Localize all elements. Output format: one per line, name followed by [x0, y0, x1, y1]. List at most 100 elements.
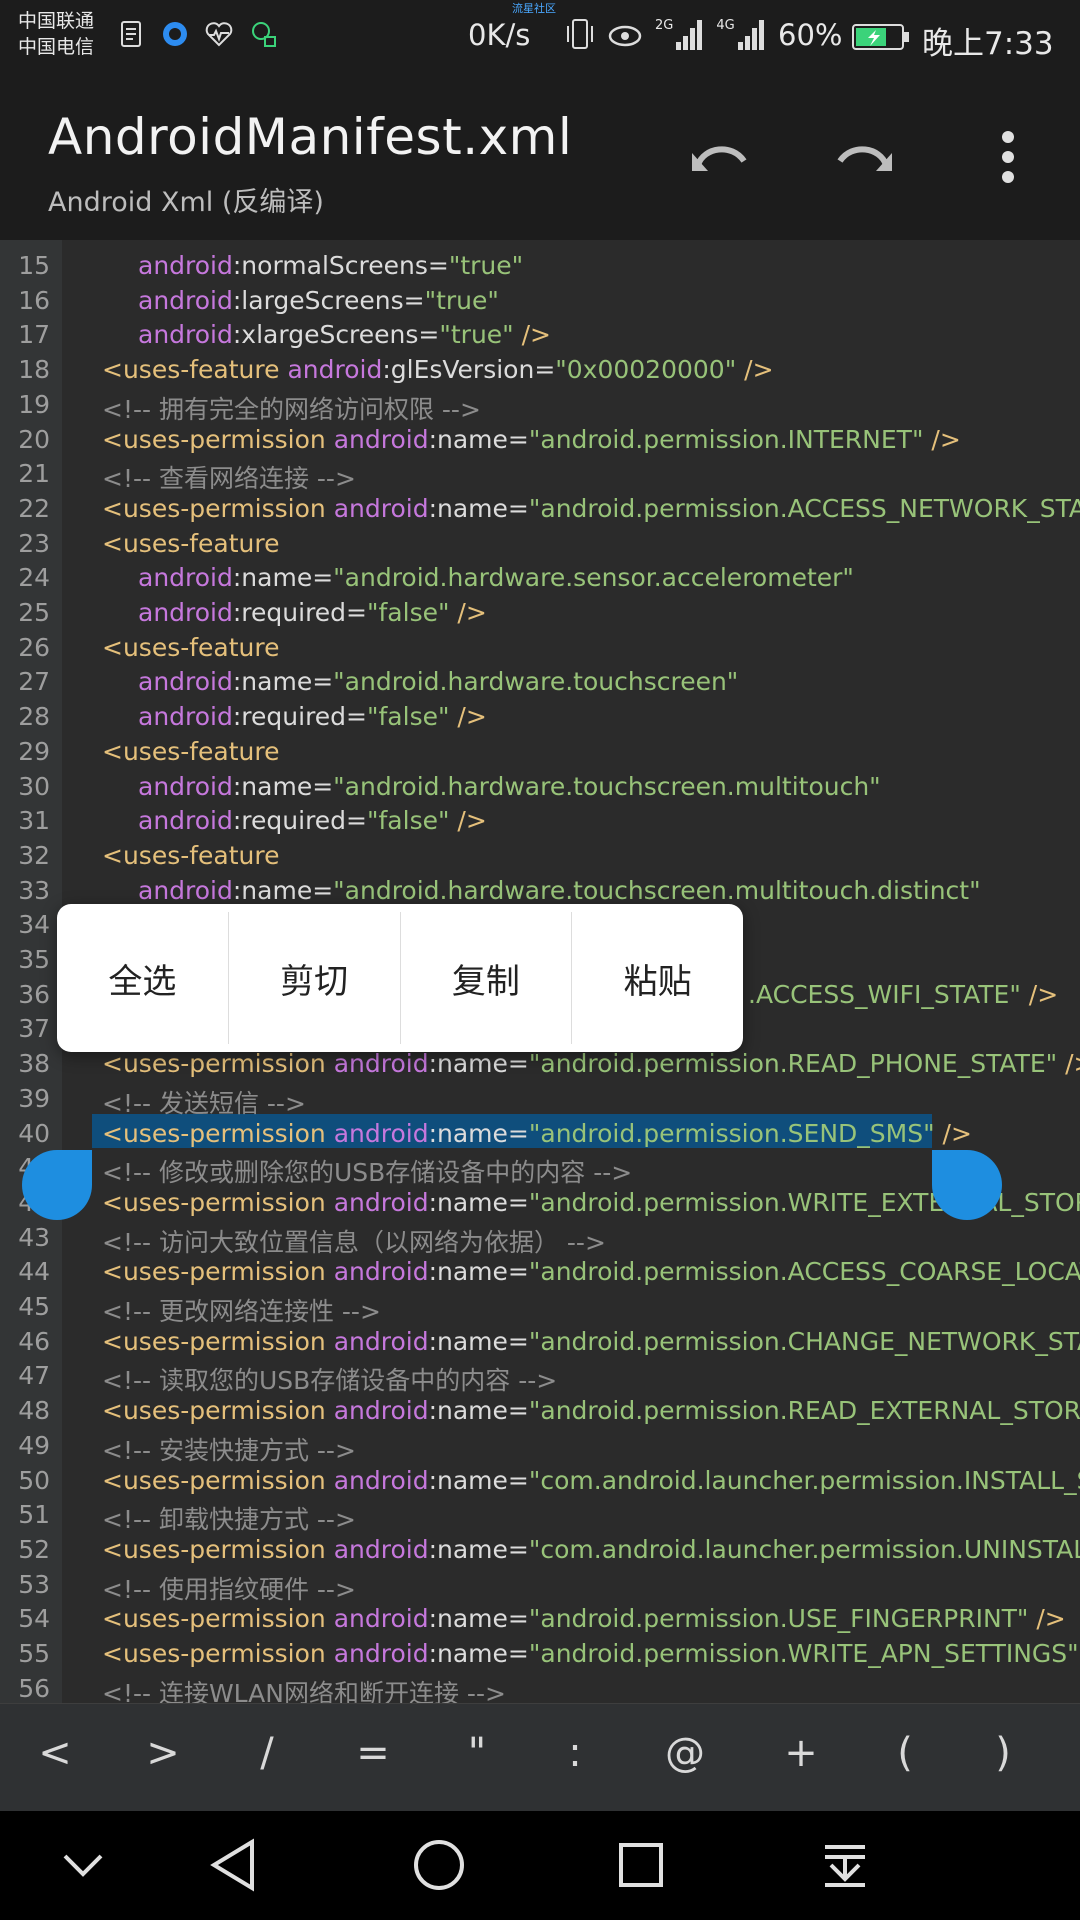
- code-token: :xlargeScreens=: [232, 320, 440, 350]
- network-speed: 0K/s: [468, 18, 531, 52]
- code-token: :name=: [428, 1257, 529, 1287]
- code-token: android: [333, 493, 429, 523]
- code-token: :name=: [232, 875, 334, 905]
- code-token: <uses-permission: [102, 1049, 334, 1079]
- code-line: 33 android:name="android.hardware.touchsc…: [0, 872, 1080, 907]
- redo-button[interactable]: [824, 122, 904, 192]
- line-number: 37: [18, 1014, 50, 1044]
- hide-keyboard-button[interactable]: [48, 1835, 118, 1895]
- more-options-button[interactable]: [968, 122, 1048, 192]
- notification-pull-button[interactable]: [810, 1835, 880, 1895]
- symbol-equals-key[interactable]: =: [338, 1730, 408, 1776]
- code-token: "android.permission.READ_PHONE_STATE": [528, 1049, 1058, 1079]
- code-token: :required=: [232, 702, 367, 732]
- recents-button[interactable]: [606, 1835, 676, 1895]
- code-line: 20 <uses-permission android:name="android…: [0, 421, 1080, 456]
- line-number: 28: [18, 702, 50, 732]
- code-token: />: [449, 702, 487, 732]
- code-text: android:required="false" />: [138, 806, 487, 835]
- line-number: 22: [18, 493, 50, 523]
- code-token: <uses-feature: [102, 355, 288, 385]
- undo-icon: [692, 146, 747, 171]
- symbol-close-paren-key[interactable]: ): [968, 1730, 1038, 1776]
- code-token: "android.permission.ACCESS_NETWORK_STAT: [528, 493, 1080, 523]
- code-token: <uses-permission: [102, 424, 334, 454]
- symbol-gt-key[interactable]: >: [128, 1730, 198, 1776]
- code-token: "true": [439, 320, 514, 350]
- code-token: />: [923, 424, 961, 454]
- code-line: 54 <uses-permission android:name="android…: [0, 1600, 1080, 1635]
- symbol-plus-key[interactable]: +: [766, 1730, 836, 1776]
- code-token: :name=: [428, 1465, 529, 1495]
- code-token: :name=: [232, 563, 334, 593]
- battery-percent: 60%: [778, 18, 843, 52]
- assistant-icon: [252, 22, 276, 47]
- line-number: 56: [18, 1673, 50, 1703]
- code-token: <!-- 发送短信 -->: [102, 1088, 306, 1118]
- code-token: <!-- 拥有完全的网络访问权限 -->: [102, 394, 481, 424]
- code-token: />: [513, 320, 552, 350]
- line-number: 53: [18, 1569, 50, 1599]
- code-token: <uses-feature: [102, 736, 280, 766]
- code-line: 25 android:required="false" />: [0, 594, 1080, 629]
- home-button[interactable]: [404, 1835, 474, 1895]
- code-token: :name=: [428, 493, 529, 523]
- symbol-quote-key[interactable]: ": [442, 1730, 512, 1776]
- code-line: 43 <!-- 访问大致位置信息（以网络为依据） -->: [0, 1219, 1080, 1257]
- file-title: AndroidManifest.xml: [48, 108, 573, 166]
- symbol-toolbar: < > / = " : @ + ( ): [0, 1703, 1080, 1812]
- code-line: 46 <uses-permission android:name="android…: [0, 1323, 1080, 1358]
- code-token: <uses-permission: [102, 1187, 334, 1217]
- symbol-slash-key[interactable]: /: [232, 1730, 302, 1776]
- back-button[interactable]: [198, 1835, 268, 1895]
- code-text: <uses-feature: [102, 737, 280, 766]
- code-line: 45 <!-- 更改网络连接性 -->: [0, 1288, 1080, 1326]
- code-text: .ACCESS_WIFI_STATE" />: [748, 980, 1058, 1009]
- code-token: "false": [367, 702, 450, 732]
- code-token: <!-- 卸载快捷方式 -->: [102, 1505, 356, 1535]
- signal-4g-icon: 4G: [716, 18, 765, 50]
- code-text: android:xlargeScreens="true" />: [138, 320, 551, 349]
- code-line: 31 android:required="false" />: [0, 802, 1080, 837]
- code-token: "com.android.launcher.permission.INSTALL…: [528, 1465, 1080, 1495]
- symbol-colon-key[interactable]: :: [540, 1730, 610, 1776]
- symbol-at-key[interactable]: @: [650, 1730, 720, 1776]
- line-number: 49: [18, 1430, 50, 1460]
- code-token: android: [333, 1604, 429, 1634]
- code-line: 18 <uses-feature android:glEsVersion="0x0…: [0, 351, 1080, 386]
- code-token: "android.hardware.touchscreen.multitouch…: [333, 771, 881, 801]
- line-number: 17: [18, 320, 50, 350]
- cut-button[interactable]: 剪切: [229, 912, 401, 1044]
- undo-button[interactable]: [680, 122, 760, 192]
- line-number: 45: [18, 1292, 50, 1321]
- code-line: 19 <!-- 拥有完全的网络访问权限 -->: [0, 386, 1080, 424]
- code-token: />: [449, 806, 487, 836]
- code-token: <uses-permission: [102, 1396, 334, 1426]
- code-text: android:normalScreens="true": [138, 251, 523, 280]
- code-text: <uses-permission android:name="android.p…: [102, 1257, 1080, 1286]
- copy-button[interactable]: 复制: [401, 912, 573, 1044]
- symbol-lt-key[interactable]: <: [20, 1730, 90, 1776]
- line-number: 34: [18, 910, 50, 940]
- selection-handle-end[interactable]: [932, 1150, 1002, 1220]
- code-token: android: [287, 355, 383, 385]
- line-number: 35: [18, 945, 50, 974]
- battery-icon: [852, 24, 909, 50]
- code-token: <uses-permission: [102, 1118, 334, 1148]
- code-token: "android.hardware.sensor.accelerometer": [333, 563, 854, 593]
- code-token: />: [1028, 1604, 1066, 1634]
- code-token: android: [138, 875, 233, 905]
- signal-2g-icon: 2G: [655, 18, 704, 50]
- code-token: "android.permission.SEND_SMS": [528, 1118, 935, 1148]
- paste-button[interactable]: 粘贴: [572, 912, 743, 1044]
- code-text: <uses-permission android:name="android.p…: [102, 494, 1080, 523]
- code-token: android: [333, 1049, 429, 1079]
- selection-handle-start[interactable]: [22, 1150, 92, 1220]
- code-line: 23 <uses-feature: [0, 525, 1080, 560]
- code-token: <!-- 读取您的USB存储设备中的内容 -->: [102, 1366, 558, 1396]
- navigation-bar: [0, 1811, 1080, 1920]
- symbol-open-paren-key[interactable]: (: [870, 1730, 940, 1776]
- select-all-button[interactable]: 全选: [57, 912, 229, 1044]
- code-text: android:largeScreens="true": [138, 286, 499, 315]
- code-token: <!-- 查看网络连接 -->: [102, 464, 356, 494]
